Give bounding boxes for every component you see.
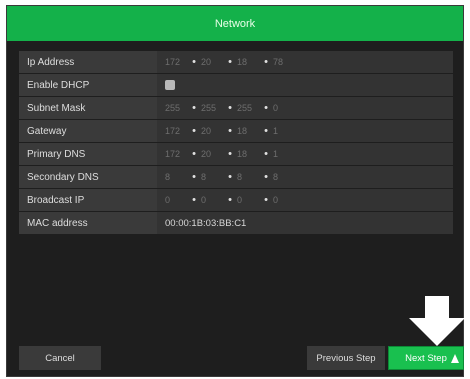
primary-dns-input[interactable]: 172 • 20 • 18 • 1 <box>157 143 453 165</box>
octet-separator: • <box>264 125 268 137</box>
subnet-octet-2[interactable]: 255 <box>201 103 223 113</box>
row-gateway: Gateway 172 • 20 • 18 • 1 <box>19 120 453 142</box>
primary-dns-octet-3[interactable]: 18 <box>237 149 259 159</box>
secondary-dns-octet-3[interactable]: 8 <box>237 172 259 182</box>
gateway-octet-2[interactable]: 20 <box>201 126 223 136</box>
octet-separator: • <box>228 125 232 137</box>
label-gateway: Gateway <box>19 120 157 142</box>
broadcast-octet-3[interactable]: 0 <box>237 195 259 205</box>
subnet-octet-3[interactable]: 255 <box>237 103 259 113</box>
octet-separator: • <box>228 56 232 68</box>
octet-separator: • <box>228 194 232 206</box>
label-mac-address: MAC address <box>19 212 157 234</box>
broadcast-octet-2[interactable]: 0 <box>201 195 223 205</box>
cancel-button[interactable]: Cancel <box>19 346 101 370</box>
octet-separator: • <box>228 102 232 114</box>
row-secondary-dns: Secondary DNS 8 • 8 • 8 • 8 <box>19 166 453 188</box>
down-arrow-icon <box>409 296 465 346</box>
octet-separator: • <box>192 194 196 206</box>
previous-step-button[interactable]: Previous Step <box>307 346 385 370</box>
label-subnet-mask: Subnet Mask <box>19 97 157 119</box>
gateway-octet-3[interactable]: 18 <box>237 126 259 136</box>
octet-separator: • <box>192 171 196 183</box>
row-ip-address: Ip Address 172 • 20 • 18 • 78 <box>19 51 453 73</box>
broadcast-octet-4[interactable]: 0 <box>273 195 295 205</box>
ip-address-input[interactable]: 172 • 20 • 18 • 78 <box>157 51 453 73</box>
octet-separator: • <box>264 171 268 183</box>
row-primary-dns: Primary DNS 172 • 20 • 18 • 1 <box>19 143 453 165</box>
octet-separator: • <box>264 148 268 160</box>
secondary-dns-octet-4[interactable]: 8 <box>273 172 295 182</box>
subnet-octet-1[interactable]: 255 <box>165 103 187 113</box>
octet-separator: • <box>228 148 232 160</box>
row-mac-address: MAC address 00:00:1B:03:BB:C1 <box>19 212 453 234</box>
octet-separator: • <box>192 148 196 160</box>
octet-separator: • <box>192 56 196 68</box>
subnet-octet-4[interactable]: 0 <box>273 103 295 113</box>
ip-octet-4[interactable]: 78 <box>273 57 295 67</box>
network-dialog: Network Ip Address 172 • 20 • 18 • 78 En… <box>6 5 465 377</box>
octet-separator: • <box>192 102 196 114</box>
octet-separator: • <box>264 56 268 68</box>
broadcast-ip-input[interactable]: 0 • 0 • 0 • 0 <box>157 189 453 211</box>
octet-separator: • <box>228 171 232 183</box>
enable-dhcp-checkbox[interactable] <box>165 80 175 90</box>
octet-separator: • <box>264 194 268 206</box>
gateway-octet-4[interactable]: 1 <box>273 126 295 136</box>
network-settings-list: Ip Address 172 • 20 • 18 • 78 Enable DHC… <box>19 51 453 235</box>
label-primary-dns: Primary DNS <box>19 143 157 165</box>
secondary-dns-input[interactable]: 8 • 8 • 8 • 8 <box>157 166 453 188</box>
row-enable-dhcp: Enable DHCP <box>19 74 453 96</box>
dialog-titlebar: Network <box>7 6 463 41</box>
mouse-pointer-icon <box>451 354 459 363</box>
dhcp-value <box>157 74 453 96</box>
label-enable-dhcp: Enable DHCP <box>19 74 157 96</box>
ip-octet-2[interactable]: 20 <box>201 57 223 67</box>
label-broadcast-ip: Broadcast IP <box>19 189 157 211</box>
row-subnet-mask: Subnet Mask 255 • 255 • 255 • 0 <box>19 97 453 119</box>
octet-separator: • <box>192 125 196 137</box>
next-step-label: Next Step <box>405 352 447 364</box>
primary-dns-octet-2[interactable]: 20 <box>201 149 223 159</box>
primary-dns-octet-1[interactable]: 172 <box>165 149 187 159</box>
ip-octet-3[interactable]: 18 <box>237 57 259 67</box>
label-secondary-dns: Secondary DNS <box>19 166 157 188</box>
next-step-button[interactable]: Next Step <box>388 346 464 370</box>
secondary-dns-octet-1[interactable]: 8 <box>165 172 187 182</box>
broadcast-octet-1[interactable]: 0 <box>165 195 187 205</box>
label-ip-address: Ip Address <box>19 51 157 73</box>
primary-dns-octet-4[interactable]: 1 <box>273 149 295 159</box>
gateway-input[interactable]: 172 • 20 • 18 • 1 <box>157 120 453 142</box>
octet-separator: • <box>264 102 268 114</box>
row-broadcast-ip: Broadcast IP 0 • 0 • 0 • 0 <box>19 189 453 211</box>
subnet-mask-input[interactable]: 255 • 255 • 255 • 0 <box>157 97 453 119</box>
gateway-octet-1[interactable]: 172 <box>165 126 187 136</box>
secondary-dns-octet-2[interactable]: 8 <box>201 172 223 182</box>
mac-address-value: 00:00:1B:03:BB:C1 <box>157 212 453 234</box>
ip-octet-1[interactable]: 172 <box>165 57 187 67</box>
dialog-title: Network <box>214 17 256 30</box>
